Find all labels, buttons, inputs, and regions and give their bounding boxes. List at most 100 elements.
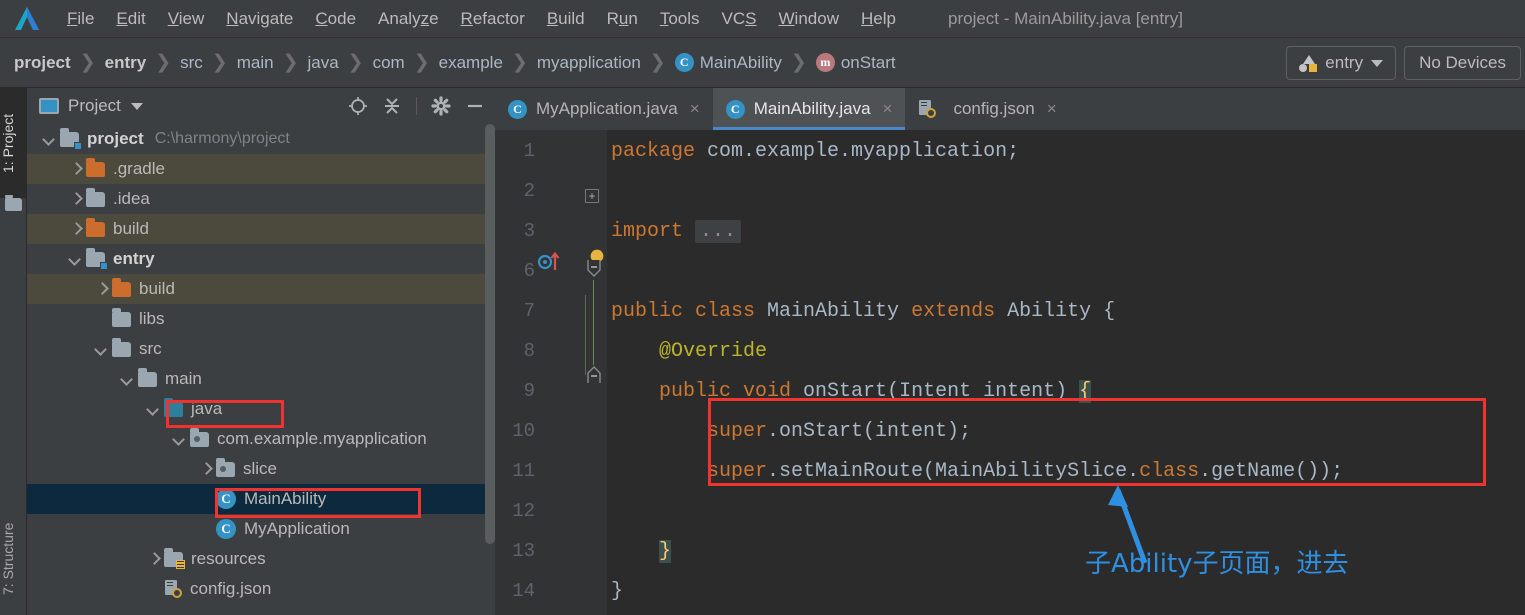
menu-item-tools[interactable]: Tools	[649, 0, 711, 38]
chevron-down-icon[interactable]	[67, 251, 83, 267]
breadcrumb-label: MainAbility	[699, 52, 782, 72]
menu-item-run[interactable]: Run	[596, 0, 649, 38]
hide-panel-icon[interactable]	[465, 96, 485, 116]
tree-node-label: com.example.myapplication	[217, 429, 427, 448]
breadcrumb-item-main[interactable]: main	[237, 53, 274, 73]
line-number: 12	[512, 500, 535, 522]
code-token: .onStart(intent);	[767, 420, 972, 443]
tree-node-label: slice	[243, 459, 278, 478]
run-configuration-selector[interactable]: entry	[1286, 46, 1397, 80]
tree-node-build[interactable]: build	[27, 274, 495, 304]
code-editor[interactable]: 1236789101112131415 +	[495, 130, 1525, 615]
editor-gutter[interactable]: 1236789101112131415 +	[495, 130, 607, 615]
chevron-down-icon[interactable]	[119, 371, 135, 387]
folder-icon[interactable]	[5, 195, 22, 211]
tree-node-libs[interactable]: libs	[27, 304, 495, 334]
tree-node-resources[interactable]: resources	[27, 544, 495, 574]
settings-gear-icon[interactable]	[431, 96, 451, 116]
menu-item-edit[interactable]: Edit	[105, 0, 156, 38]
menu-item-view[interactable]: View	[157, 0, 216, 38]
menu-item-navigate[interactable]: Navigate	[215, 0, 304, 38]
tree-node-java[interactable]: java	[27, 394, 495, 424]
editor-tab-myapplication-java[interactable]: C MyApplication.java ×	[495, 88, 713, 130]
editor-tab-mainability-java[interactable]: C MainAbility.java ×	[712, 88, 906, 130]
breadcrumb-item-example[interactable]: example	[439, 53, 503, 73]
tree-node-myapplication[interactable]: C MyApplication	[27, 514, 495, 544]
tree-node-slice[interactable]: slice	[27, 454, 495, 484]
breadcrumb: project ❯ entry ❯ src ❯ main ❯ java ❯ com ❯ example ❯…	[14, 51, 896, 74]
tool-window-button-project[interactable]: 1: Project	[0, 88, 27, 198]
annotation-note-text: 子Ability子页面，进去	[1085, 549, 1349, 579]
code-content[interactable]: package com.example.myapplication; import…	[607, 130, 1525, 615]
chevron-down-icon[interactable]	[93, 341, 109, 357]
tree-node-build[interactable]: build	[27, 214, 495, 244]
collapse-all-icon[interactable]	[382, 96, 402, 116]
close-icon[interactable]: ×	[883, 99, 893, 119]
project-tree-scrollbar[interactable]	[485, 124, 495, 544]
tree-node-entry[interactable]: entry	[27, 244, 495, 274]
menu-item-analyze[interactable]: Analyze	[367, 0, 450, 38]
breadcrumb-label: myapplication	[536, 52, 641, 72]
code-line: super.onStart(intent);	[611, 412, 971, 452]
folder-gray-icon	[112, 337, 131, 357]
fold-collapse-icon[interactable]	[585, 260, 603, 280]
chevron-right-icon[interactable]	[67, 221, 83, 237]
menu-item-help[interactable]: Help	[850, 0, 907, 38]
breadcrumb-item-project[interactable]: project	[14, 53, 71, 73]
folder-orange-icon	[112, 277, 131, 297]
chevron-down-icon[interactable]	[145, 401, 161, 417]
code-token: import	[611, 220, 684, 243]
chevron-right-icon[interactable]	[67, 161, 83, 177]
chevron-right-icon[interactable]	[67, 191, 83, 207]
folder-orange-icon	[86, 157, 105, 177]
menu-bar: File Edit View Navigate Code Analyze Refactor B…	[0, 0, 1525, 38]
chevron-down-icon[interactable]	[171, 431, 187, 447]
device-selector[interactable]: No Devices	[1404, 46, 1521, 80]
menu-item-file[interactable]: File	[56, 0, 105, 38]
breadcrumb-item-java[interactable]: java	[307, 53, 338, 73]
chevron-down-icon[interactable]	[41, 131, 57, 147]
breadcrumb-item-mainability[interactable]: C MainAbility	[674, 52, 782, 73]
menu-item-code[interactable]: Code	[304, 0, 367, 38]
editor-tab-label: MainAbility.java	[753, 99, 871, 118]
class-icon: C	[725, 99, 745, 119]
chevron-right-icon[interactable]	[93, 281, 109, 297]
chevron-right-icon[interactable]	[197, 461, 213, 477]
tree-node-project[interactable]: project C:\harmony\project	[27, 124, 495, 154]
line-number: 1	[523, 140, 535, 162]
tool-window-button-structure[interactable]: 7: Structure	[0, 501, 27, 615]
breadcrumb-item-src[interactable]: src	[180, 53, 203, 73]
menu-item-vcs[interactable]: VCS	[711, 0, 768, 38]
close-icon[interactable]: ×	[690, 99, 700, 119]
override-method-icon[interactable]	[537, 250, 560, 272]
code-token: Ability {	[995, 300, 1116, 323]
close-icon[interactable]: ×	[1047, 99, 1057, 119]
tree-node--gradle[interactable]: .gradle	[27, 154, 495, 184]
chevron-down-icon[interactable]	[130, 102, 143, 110]
tree-node-com-example-myapplication[interactable]: com.example.myapplication	[27, 424, 495, 454]
menu-item-window[interactable]: Window	[768, 0, 850, 38]
left-tool-strip: 1: Project 7: Structure	[0, 88, 27, 615]
code-token: public void	[659, 380, 792, 403]
tree-node-config-json[interactable]: config.json	[27, 574, 495, 604]
code-line: public void onStart(Intent intent) {	[611, 372, 1092, 412]
fold-collapse-end-icon[interactable]	[585, 363, 603, 383]
project-tree[interactable]: project C:\harmony\project .gradle .idea bui…	[27, 124, 495, 615]
code-token: onStart(Intent intent)	[791, 380, 1080, 403]
breadcrumb-separator: ❯	[282, 52, 299, 73]
fold-expand-icon[interactable]: +	[585, 189, 599, 203]
menu-item-build[interactable]: Build	[536, 0, 596, 38]
breadcrumb-item-entry[interactable]: entry	[105, 53, 147, 73]
tree-node-main[interactable]: main	[27, 364, 495, 394]
tree-node-mainability[interactable]: C MainAbility	[27, 484, 495, 514]
breadcrumb-item-onstart[interactable]: m onStart	[815, 53, 896, 73]
chevron-right-icon[interactable]	[145, 551, 161, 567]
locate-icon[interactable]	[348, 96, 368, 116]
breadcrumb-item-myapplication[interactable]: myapplication	[537, 53, 641, 73]
breadcrumb-item-com[interactable]: com	[373, 53, 405, 73]
editor-tab-config-json[interactable]: config.json ×	[905, 88, 1069, 130]
menu-item-refactor[interactable]: Refactor	[450, 0, 536, 38]
tree-node-src[interactable]: src	[27, 334, 495, 364]
tree-node--idea[interactable]: .idea	[27, 184, 495, 214]
